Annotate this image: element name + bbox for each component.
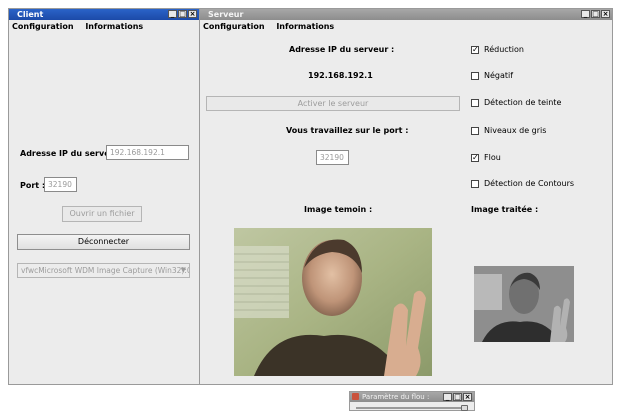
checkmark-icon[interactable]: ✓ <box>471 153 479 162</box>
option-niveaux-gris-label: Niveaux de gris <box>484 126 547 135</box>
option-flou-label: Flou <box>484 153 501 162</box>
client-window: Client _ □ × Configuration Informations … <box>8 8 200 385</box>
server-ip-value: 192.168.192.1 <box>308 71 373 80</box>
option-detection-contours[interactable]: Détection de Contours <box>471 179 574 188</box>
witness-image <box>234 228 432 376</box>
checkbox-niveaux-gris[interactable] <box>471 126 479 135</box>
menu-configuration[interactable]: Configuration <box>203 22 265 31</box>
option-detection-teinte-label: Détection de teinte <box>484 98 562 107</box>
checkbox-detection-teinte[interactable] <box>471 98 479 107</box>
witness-image-label: Image temoin : <box>304 205 373 214</box>
blur-slider[interactable] <box>356 405 468 411</box>
menu-configuration[interactable]: Configuration <box>12 22 74 31</box>
option-detection-teinte[interactable]: Détection de teinte <box>471 98 561 107</box>
close-icon[interactable]: × <box>601 10 610 18</box>
blur-dialog-title: Paramètre du flou : <box>362 393 430 401</box>
checkbox-detection-contours[interactable] <box>471 179 479 188</box>
server-window: Serveur _ □ × Configuration Informations… <box>199 8 613 385</box>
server-port-label: Vous travaillez sur le port : <box>286 126 409 135</box>
option-niveaux-gris[interactable]: Niveaux de gris <box>471 126 546 135</box>
client-port-label: Port : <box>20 181 46 190</box>
client-window-controls: _ □ × <box>168 10 197 18</box>
client-menubar: Configuration Informations <box>9 20 199 33</box>
activate-server-button[interactable]: Activer le serveur <box>206 96 460 111</box>
close-icon[interactable]: × <box>463 393 472 401</box>
server-ip-label: Adresse IP du serveur : <box>289 45 395 54</box>
blur-slider-track <box>356 407 468 409</box>
processed-image <box>474 266 574 342</box>
blur-dialog-window-controls: _ □ × <box>443 393 472 401</box>
open-file-button[interactable]: Ouvrir un fichier <box>62 206 142 222</box>
server-port-field[interactable]: 32190 <box>316 150 349 165</box>
menu-informations[interactable]: Informations <box>276 22 334 31</box>
client-title: Client <box>17 10 44 19</box>
capture-device-select[interactable]: vfwcMicrosoft WDM Image Capture (Win32):… <box>17 263 190 278</box>
option-flou[interactable]: ✓ Flou <box>471 153 501 162</box>
server-titlebar[interactable]: Serveur _ □ × <box>200 9 612 20</box>
maximize-icon[interactable]: □ <box>591 10 600 18</box>
option-detection-contours-label: Détection de Contours <box>484 179 575 188</box>
minimize-icon[interactable]: _ <box>168 10 177 18</box>
option-reduction-label: Réduction <box>484 45 524 54</box>
maximize-icon[interactable]: □ <box>178 10 187 18</box>
client-server-ip-field[interactable]: 192.168.192.1 <box>106 145 189 160</box>
checkmark-icon[interactable]: ✓ <box>471 45 479 54</box>
processed-image-label: Image traitée : <box>471 205 539 214</box>
client-port-field[interactable]: 32190 <box>44 177 77 192</box>
option-negatif[interactable]: Négatif <box>471 71 513 80</box>
disconnect-button[interactable]: Déconnecter <box>17 234 190 250</box>
java-cup-icon <box>352 393 359 400</box>
option-reduction[interactable]: ✓ Réduction <box>471 45 524 54</box>
server-window-controls: _ □ × <box>581 10 610 18</box>
minimize-icon[interactable]: _ <box>581 10 590 18</box>
server-title: Serveur <box>208 10 244 19</box>
blur-parameter-window: Paramètre du flou : _ □ × <box>349 391 475 411</box>
blur-dialog-titlebar[interactable]: Paramètre du flou : _ □ × <box>350 392 474 402</box>
maximize-icon[interactable]: □ <box>453 393 462 401</box>
checkbox-negatif[interactable] <box>471 71 479 80</box>
minimize-icon[interactable]: _ <box>443 393 452 401</box>
close-icon[interactable]: × <box>188 10 197 18</box>
blur-slider-thumb[interactable] <box>461 405 468 411</box>
client-titlebar[interactable]: Client _ □ × <box>9 9 199 20</box>
menu-informations[interactable]: Informations <box>85 22 143 31</box>
option-negatif-label: Négatif <box>484 71 514 80</box>
capture-device-value: vfwcMicrosoft WDM Image Capture (Win32):… <box>21 266 190 275</box>
server-menubar: Configuration Informations <box>200 20 612 33</box>
chevron-down-icon: ▼ <box>180 266 186 274</box>
